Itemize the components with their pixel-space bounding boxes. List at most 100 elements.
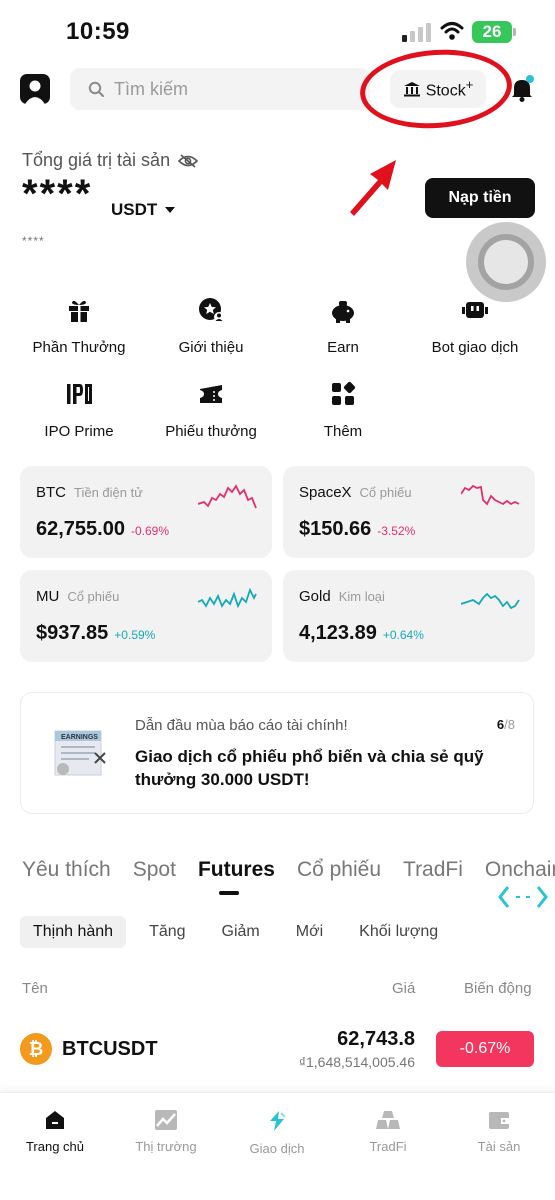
subtab-new[interactable]: Mới [283, 916, 336, 948]
row-fiat-price: ₫1,648,514,005.46 [298, 1054, 415, 1070]
ticker-card-mu[interactable]: MU Cổ phiếu $937.85 +0.59% [20, 570, 272, 662]
shortcut-label: Bot giao dịch [431, 339, 519, 356]
subtab-trending[interactable]: Thịnh hành [20, 916, 127, 948]
column-price: Giá [392, 980, 416, 997]
shortcut-earn[interactable]: Earn [278, 296, 408, 356]
wifi-icon [440, 22, 464, 40]
shortcut-rewards[interactable]: Phần Thưởng [14, 296, 144, 356]
eye-off-icon[interactable] [178, 153, 199, 168]
nav-label: Thị trường [135, 1139, 197, 1154]
ticker-symbol: BTC [36, 484, 66, 501]
tab-onchain[interactable]: Onchain [485, 858, 555, 882]
avatar[interactable] [20, 74, 50, 104]
column-change: Biến động [464, 980, 532, 997]
nav-assets[interactable]: Tài sản [444, 1109, 554, 1154]
assistive-touch-button[interactable] [466, 222, 546, 302]
ticker-category: Kim loại [338, 589, 385, 604]
active-tab-indicator [219, 891, 239, 895]
ticker-price: $150.66 [299, 518, 372, 540]
ticker-category: Cổ phiếu [359, 485, 412, 500]
asset-value-hidden: **** [22, 172, 93, 216]
shortcut-label: Earn [327, 339, 359, 356]
tab-favorites[interactable]: Yêu thích [22, 858, 111, 882]
ipo-icon [67, 384, 92, 404]
currency-selector[interactable]: USDT [111, 200, 176, 220]
nav-trade[interactable]: Giao dịch [222, 1109, 332, 1156]
search-placeholder: Tìm kiếm [114, 78, 188, 99]
ticker-symbol: Gold [299, 588, 331, 605]
piggy-bank-icon [332, 301, 354, 323]
ticker-card-btc[interactable]: BTC Tiền điện tử 62,755.00 -0.69% [20, 466, 272, 558]
asset-label-text: Tổng giá trị tài sản [22, 150, 171, 170]
ticker-price: $937.85 [36, 622, 109, 644]
ticker-category: Tiền điện tử [74, 485, 143, 500]
nav-label: Tài sản [477, 1139, 521, 1154]
shortcut-label: Giới thiệu [178, 339, 244, 356]
gift-icon [69, 300, 89, 322]
ticker-change: -0.69% [130, 524, 170, 538]
search-icon [88, 81, 104, 97]
shortcut-voucher[interactable]: Phiếu thưởng [146, 380, 276, 440]
tab-spot[interactable]: Spot [133, 858, 176, 882]
shortcut-label: Phần Thưởng [32, 339, 126, 356]
tab-futures[interactable]: Futures [198, 858, 275, 882]
asset-label: Tổng giá trị tài sản [22, 150, 199, 171]
annotation-arrow-icon [350, 160, 396, 216]
earnings-badge-text: EARNINGS [61, 734, 98, 741]
gold-bars-icon [376, 1111, 400, 1129]
notification-dot [526, 75, 534, 83]
sparkline-spacex [461, 484, 520, 506]
shortcut-ipo-prime[interactable]: IPO Prime [14, 380, 144, 440]
nav-tradfi[interactable]: TradFi [333, 1109, 443, 1154]
sparkline-mu [198, 587, 257, 609]
shortcut-label: Phiếu thưởng [165, 423, 257, 440]
annotation-circle [357, 44, 515, 134]
currency-label: USDT [111, 200, 158, 219]
voucher-icon [200, 385, 222, 403]
scroll-more-icon[interactable] [498, 884, 548, 910]
tab-stocks[interactable]: Cổ phiếu [297, 858, 381, 882]
earnings-report-icon: EARNINGS [54, 730, 106, 776]
shortcut-more[interactable]: Thêm [278, 380, 408, 440]
ticker-change: -3.52% [377, 524, 416, 538]
nav-label: Giao dịch [249, 1141, 305, 1156]
ticker-symbol: SpaceX [299, 484, 352, 501]
nav-home[interactable]: Trang chủ [0, 1109, 110, 1154]
sparkline-btc [198, 484, 257, 509]
wallet-icon [489, 1112, 509, 1129]
promo-body: Giao dịch cổ phiếu phổ biến và chia sẻ q… [135, 747, 484, 789]
shortcut-referral[interactable]: Giới thiệu [146, 296, 276, 356]
caret-down-icon [165, 207, 176, 213]
ticker-change: +0.59% [114, 628, 156, 642]
ticker-price: 62,755.00 [36, 518, 125, 540]
promo-title: Dẫn đầu mùa báo cáo tài chính! [135, 717, 348, 734]
shortcut-trading-bot[interactable]: Bot giao dịch [410, 296, 540, 356]
search-input[interactable]: Tìm kiếm [70, 68, 370, 110]
column-name: Tên [22, 980, 48, 997]
bitcoin-icon: ₿ [20, 1033, 52, 1065]
nav-label: Trang chủ [25, 1139, 85, 1154]
subtab-losers[interactable]: Giảm [209, 916, 273, 948]
home-icon [46, 1111, 64, 1129]
shortcut-label: IPO Prime [44, 423, 114, 440]
bottom-nav: Trang chủ Thị trường Giao dịch TradFi Tà… [0, 1092, 555, 1200]
nav-market[interactable]: Thị trường [111, 1109, 221, 1154]
bot-icon [462, 302, 488, 318]
promo-page-total: /8 [504, 717, 515, 732]
shortcut-label: Thêm [323, 423, 363, 440]
subtab-gainers[interactable]: Tăng [136, 916, 198, 948]
subtab-volume[interactable]: Khối lượng [346, 916, 451, 948]
market-chart-icon [155, 1110, 177, 1130]
promo-pagination: 6/8 [497, 717, 515, 732]
asset-sub-value: **** [22, 234, 45, 248]
sub-tabs: Thịnh hành Tăng Giảm Mới Khối lượng [20, 916, 461, 948]
cellular-signal-icon [402, 22, 432, 42]
ticker-card-gold[interactable]: Gold Kim loại 4,123.89 +0.64% [283, 570, 535, 662]
deposit-button[interactable]: Nạp tiền [425, 178, 535, 218]
ticker-card-spacex[interactable]: SpaceX Cổ phiếu $150.66 -3.52% [283, 466, 535, 558]
tab-tradfi[interactable]: TradFi [403, 858, 463, 882]
promo-banner[interactable]: EARNINGS Dẫn đầu mùa báo cáo tài chính! … [20, 692, 534, 814]
row-symbol[interactable]: BTCUSDT [62, 1038, 158, 1061]
row-change-badge[interactable]: -0.67% [436, 1031, 534, 1067]
more-grid-icon [332, 381, 356, 405]
